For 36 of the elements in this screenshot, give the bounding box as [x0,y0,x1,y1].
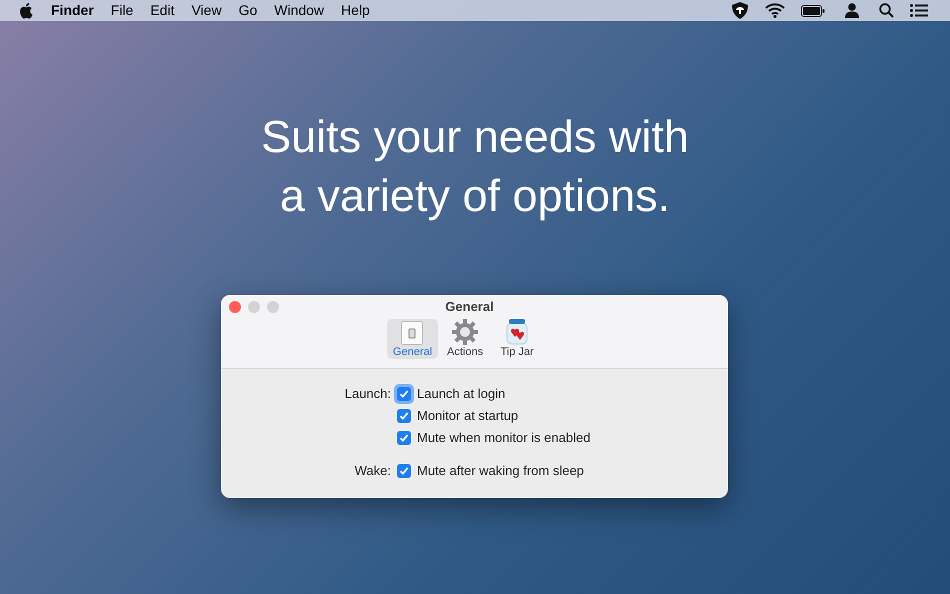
checkmark-icon [399,433,409,443]
checkbox-label: Mute after waking from sleep [417,462,584,480]
apple-logo-icon[interactable] [18,2,33,19]
toolbar-tab[interactable]: General [386,319,438,359]
menu-item[interactable]: Edit [150,0,174,21]
checkbox[interactable] [397,431,411,445]
checkmark-icon [399,411,409,421]
menu-item[interactable]: View [191,0,222,21]
list-icon[interactable] [910,4,928,17]
checkbox-label: Monitor at startup [417,407,518,426]
checkbox[interactable] [397,464,411,478]
menu-item[interactable]: Window [274,0,324,21]
checkbox[interactable] [397,409,411,423]
search-icon[interactable] [879,3,894,18]
menu-item[interactable]: File [110,0,134,21]
toolbar-tab[interactable]: Tip Jar [492,319,542,359]
window-title: General [445,298,494,316]
checkmark-icon [399,389,409,399]
wifi-icon[interactable] [765,3,785,18]
group-label: Wake: [354,462,391,480]
checkbox-label: Mute when monitor is enabled [417,429,590,448]
jar-with-hearts-icon [506,319,528,345]
checkbox-label: Launch at login [417,385,506,404]
shield-icon[interactable] [731,2,749,19]
headline: Suits your needs with a variety of options. [260,110,690,223]
app-menu[interactable]: Finder [51,0,94,21]
menu-item[interactable]: Help [341,0,370,21]
battery-icon[interactable] [801,4,825,16]
toolbar-tab[interactable]: Actions [440,319,490,359]
close-button[interactable] [229,301,241,313]
checkmark-icon [399,466,409,476]
group-label: Launch: [344,385,391,403]
gear-icon [452,319,478,345]
user-icon[interactable] [845,3,859,18]
menu-item[interactable]: Go [238,0,258,21]
toggle-switch-icon [401,321,424,345]
